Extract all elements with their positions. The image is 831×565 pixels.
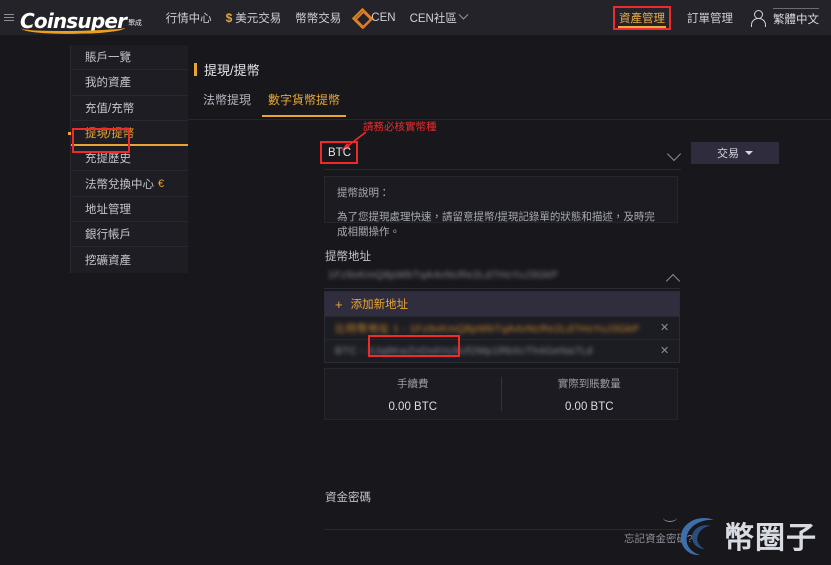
nav-item-cen-community-label: CEN社區 xyxy=(409,12,457,25)
withdraw-tabs: 法幣提現 數字貨幣提幣 xyxy=(188,91,831,120)
sidebar-item-label: 提現/提幣 xyxy=(85,127,135,140)
sidebar-item-my-assets[interactable]: 我的資產 xyxy=(71,70,189,96)
chevron-up-icon[interactable] xyxy=(665,273,681,289)
page-title: 提現/提幣 xyxy=(194,60,260,79)
nav-item-asset-management[interactable]: 資產管理 xyxy=(613,5,671,30)
close-icon[interactable]: ✕ xyxy=(660,323,670,334)
tab-fiat-withdraw[interactable]: 法幣提現 xyxy=(203,91,251,116)
trade-button[interactable]: 交易 xyxy=(691,142,779,164)
nav-left-group: Coinsuper 聚成 行情中心 $ 美元交易 幣幣交易 CEN CEN社區 xyxy=(4,5,474,35)
nav-right-group: 資產管理 訂單管理 繁體中文 xyxy=(607,5,825,30)
withdraw-address-label: 提幣地址 xyxy=(325,251,371,263)
sidebar-item-label: 法幣兌換中心 xyxy=(85,178,154,191)
sidebar: 賬戶一覽 我的資產 充值/充幣 提現/提幣 充提歷史 法幣兌換中心 € 地址管理… xyxy=(68,45,189,273)
sidebar-item-mining-assets[interactable]: 挖礦資產 xyxy=(71,247,189,272)
nav-item-cen-community[interactable]: CEN社區 xyxy=(409,9,469,26)
plus-icon: + xyxy=(335,296,343,312)
nav-item-order-management[interactable]: 訂單管理 xyxy=(687,10,733,26)
withdraw-address-value: 1Fz9xKmQ8pWbTqA4vNcRe2Ld7HsYuJ3GkP xyxy=(328,269,559,281)
fund-password-field[interactable] xyxy=(324,507,680,530)
top-navigation-bar: Coinsuper 聚成 行情中心 $ 美元交易 幣幣交易 CEN CEN社區 xyxy=(0,0,831,35)
asset-management-active-underline xyxy=(618,25,666,28)
coinsuper-logo[interactable]: Coinsuper 聚成 xyxy=(20,5,144,35)
annotation-verify-coin-text: 請務必核實幣種 xyxy=(363,121,437,133)
person-icon[interactable] xyxy=(749,9,767,27)
watermark-text: 幣圈子 xyxy=(724,521,817,556)
fee-cell-actual-amount: 實際到賬數量 0.00 BTC xyxy=(502,369,678,419)
address-option-item[interactable]: BTC - 3Jq8KwZnDs6Vy9Uf2Mp1RbXcTh4GeNa7Ld… xyxy=(325,339,679,362)
sidebar-item-account-overview[interactable]: 賬戶一覽 xyxy=(71,45,189,71)
sidebar-item-label: 銀行帳戶 xyxy=(85,229,131,242)
withdraw-notice-title: 提幣說明： xyxy=(337,187,390,199)
withdraw-notice-body: 為了您提現處理快速，請留意提幣/提現記錄單的狀態和描述，及時完成相關操作。 xyxy=(337,211,655,238)
dollar-icon: $ xyxy=(225,10,233,25)
sidebar-item-label: 挖礦資產 xyxy=(85,255,131,268)
add-new-address-label: 添加新地址 xyxy=(350,299,409,311)
watermark: 幣圈子 xyxy=(672,508,827,562)
nav-item-order-management-label: 訂單管理 xyxy=(687,12,733,25)
address-dropdown-panel: + 添加新地址 比特幣地址 1 - 1Fz9xKmQ8pWbTqA4vNcRe2… xyxy=(324,291,680,363)
chevron-down-icon[interactable] xyxy=(666,146,682,162)
fee-cell-network-fee: 手續費 0.00 BTC xyxy=(325,369,501,419)
sidebar-item-bank-account[interactable]: 銀行帳戶 xyxy=(71,222,189,248)
fee-value: 0.00 BTC xyxy=(388,400,438,413)
add-new-address-button[interactable]: + 添加新地址 xyxy=(325,292,679,316)
sidebar-item-deposit[interactable]: 充值/充幣 xyxy=(71,96,189,121)
sidebar-item-label: 充值/充幣 xyxy=(85,102,135,115)
language-selector-label: 繁體中文 xyxy=(773,14,819,26)
app-root: Coinsuper 聚成 行情中心 $ 美元交易 幣幣交易 CEN CEN社區 xyxy=(0,0,831,565)
address-option-item[interactable]: 比特幣地址 1 - 1Fz9xKmQ8pWbTqA4vNcRe2Ld7HsYuJ… xyxy=(325,316,679,339)
nav-item-cen-label: CEN xyxy=(371,11,396,24)
withdraw-notice-box: 提幣說明： 為了您提現處理快速，請留意提幣/提現記錄單的狀態和描述，及時完成相關… xyxy=(324,176,678,238)
address-option-label: BTC - 3Jq8KwZnDs6Vy9Uf2Mp1RbXcTh4GeNa7Ld xyxy=(335,345,593,357)
nav-item-coin-trade[interactable]: 幣幣交易 xyxy=(295,10,341,26)
sidebar-item-label: 充提歷史 xyxy=(85,153,131,166)
sidebar-item-label: 我的資產 xyxy=(85,77,131,90)
language-selector[interactable]: 繁體中文 xyxy=(773,8,819,27)
hamburger-icon[interactable] xyxy=(4,14,14,21)
coin-select-value: BTC xyxy=(328,147,351,159)
nav-item-coin-trade-label: 幣幣交易 xyxy=(295,12,342,25)
nav-item-usd-trade-label: 美元交易 xyxy=(235,12,282,25)
sidebar-item-address-management[interactable]: 地址管理 xyxy=(71,197,189,223)
tab-crypto-withdraw-label: 數字貨幣提幣 xyxy=(268,93,341,107)
logo-swoosh-shape xyxy=(20,20,126,35)
swirl-logo-icon xyxy=(680,517,714,556)
sidebar-item-label: 地址管理 xyxy=(85,203,131,216)
fee-label: 手續費 xyxy=(397,377,429,390)
fee-label: 實際到賬數量 xyxy=(557,377,621,390)
nav-item-cen[interactable]: CEN xyxy=(352,7,396,30)
page-title-text: 提現/提幣 xyxy=(204,63,260,78)
withdraw-address-field[interactable]: 1Fz9xKmQ8pWbTqA4vNcRe2Ld7HsYuJ3GkP xyxy=(324,266,681,289)
logo-subtext: 聚成 xyxy=(128,19,142,27)
tab-crypto-withdraw[interactable]: 數字貨幣提幣 xyxy=(261,91,347,117)
chevron-down-icon xyxy=(458,9,469,20)
nav-item-usd-trade[interactable]: $ 美元交易 xyxy=(226,10,282,26)
fee-summary-panel: 手續費 0.00 BTC 實際到賬數量 0.00 BTC xyxy=(324,368,678,420)
coin-select-field[interactable]: BTC xyxy=(320,141,682,170)
euro-icon: € xyxy=(158,177,165,190)
nav-item-market-label: 行情中心 xyxy=(165,12,212,25)
sidebar-item-fiat-exchange[interactable]: 法幣兌換中心 € xyxy=(71,171,189,197)
main-content: 提現/提幣 法幣提現 數字貨幣提幣 請務必核實幣種 BTC 交易 提幣說明： 為… xyxy=(188,45,831,565)
close-icon[interactable]: ✕ xyxy=(660,346,670,357)
address-option-label: 比特幣地址 1 - 1Fz9xKmQ8pWbTqA4vNcRe2Ld7HsYuJ… xyxy=(335,322,640,335)
sidebar-item-label: 賬戶一覽 xyxy=(85,52,131,65)
cen-diamond-icon xyxy=(352,7,374,30)
fund-password-label: 資金密碼 xyxy=(325,492,371,504)
trade-button-label: 交易 xyxy=(717,148,739,160)
nav-item-market[interactable]: 行情中心 xyxy=(166,10,212,26)
page-title-accent-bar xyxy=(194,63,197,76)
sidebar-item-withdraw[interactable]: 提現/提幣 xyxy=(68,121,189,147)
nav-item-asset-management-label: 資產管理 xyxy=(619,12,665,25)
triangle-down-icon xyxy=(745,151,753,155)
tab-fiat-withdraw-label: 法幣提現 xyxy=(203,93,252,107)
fee-value: 0.00 BTC xyxy=(564,400,614,413)
sidebar-item-history[interactable]: 充提歷史 xyxy=(71,146,189,172)
